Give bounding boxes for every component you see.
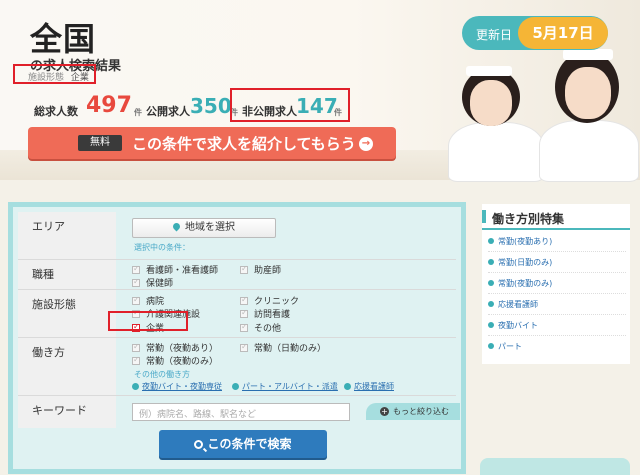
page-title: 全国: [30, 20, 97, 58]
checkbox-nurse[interactable]: 看護師・准看護師: [132, 263, 218, 276]
facility-label: 施設形態: [18, 290, 116, 337]
bullet-icon: [488, 343, 494, 349]
other-work-label: その他の働き方: [134, 370, 190, 379]
sidebar-item-fulltime-night[interactable]: 常勤(夜勤あり): [488, 231, 626, 252]
bullet-icon: [232, 383, 239, 390]
checkbox-other-facility[interactable]: その他: [240, 321, 281, 334]
hero-banner: 全国 の求人検索結果 施設形態 企業 総求人数 497 件 公開求人 350 件…: [0, 0, 640, 182]
link-support-nurse[interactable]: 応援看護師: [344, 381, 394, 392]
search-icon: [194, 440, 204, 449]
search-button[interactable]: この条件で検索: [159, 430, 327, 458]
sidebar-banner[interactable]: [480, 458, 630, 475]
job-label: 職種: [18, 260, 116, 289]
total-label: 総求人数: [34, 105, 78, 118]
introduce-jobs-button[interactable]: 無料 この条件で求人を紹介してもらう →: [28, 127, 396, 159]
update-label: 更新日: [476, 28, 513, 42]
total-unit: 件: [134, 108, 142, 117]
bullet-icon: [488, 322, 494, 328]
bullet-icon: [344, 383, 351, 390]
select-area-label: 地域を選択: [185, 222, 235, 233]
update-date: 5月17日: [518, 17, 608, 49]
checkbox-midwife[interactable]: 助産師: [240, 263, 281, 276]
highlight-box-company: [108, 311, 188, 331]
bullet-icon: [488, 238, 494, 244]
area-label: エリア: [18, 212, 116, 259]
bullet-icon: [488, 259, 494, 265]
highlight-box-condition: [13, 64, 96, 84]
cta-label: この条件で求人を紹介してもらう: [132, 135, 356, 153]
sidebar-item-parttime[interactable]: パート: [488, 336, 626, 357]
work-style-row: 働き方 常勤（夜勤あり） 常勤（日勤のみ） 常勤（夜勤のみ） その他の働き方 夜…: [18, 338, 456, 396]
arrow-right-icon: →: [359, 137, 373, 151]
nurse-illustration-right: [535, 45, 640, 182]
checkbox-clinic[interactable]: クリニック: [240, 294, 299, 307]
bullet-icon: [488, 301, 494, 307]
more-filters-button[interactable]: + もっと絞り込む: [366, 403, 460, 420]
public-label: 公開求人: [146, 105, 190, 118]
sidebar-item-support-nurse[interactable]: 応援看護師: [488, 294, 626, 315]
sidebar-work-style: 働き方別特集 常勤(夜勤あり) 常勤(日勤のみ) 常勤(夜勤のみ) 応援看護師 …: [482, 204, 630, 364]
checkbox-fulltime-night-only[interactable]: 常勤（夜勤のみ）: [132, 354, 218, 367]
map-pin-icon: [171, 221, 182, 232]
sidebar-item-fulltime-night-only[interactable]: 常勤(夜勤のみ): [488, 273, 626, 294]
public-count: 350: [190, 94, 232, 118]
highlight-box-private: [230, 88, 350, 122]
sidebar-item-night-parttime[interactable]: 夜勤バイト: [488, 315, 626, 336]
free-badge: 無料: [78, 135, 122, 151]
job-row: 職種 看護師・准看護師 助産師 保健師: [18, 260, 456, 290]
checkbox-home-nursing[interactable]: 訪問看護: [240, 307, 290, 320]
facility-row: 施設形態 病院 クリニック 介護関連施設 訪問看護 企業 その他: [18, 290, 456, 338]
checkbox-fulltime-night[interactable]: 常勤（夜勤あり）: [132, 341, 218, 354]
keyword-input[interactable]: 例）病院名、路線、駅名など: [132, 403, 350, 421]
checkbox-public-health-nurse[interactable]: 保健師: [132, 276, 173, 289]
nurse-illustration-left: [440, 60, 550, 182]
select-area-button[interactable]: 地域を選択: [132, 218, 276, 238]
total-count: 497: [86, 93, 132, 118]
bullet-icon: [132, 383, 139, 390]
keyword-label: キーワード: [18, 396, 116, 428]
search-button-label: この条件で検索: [207, 437, 292, 451]
area-row: エリア 地域を選択 選択中の条件：: [18, 212, 456, 260]
bullet-icon: [488, 280, 494, 286]
link-night-parttime[interactable]: 夜勤バイト・夜勤専従: [132, 381, 222, 392]
work-style-label: 働き方: [18, 338, 116, 395]
sidebar-item-fulltime-day[interactable]: 常勤(日勤のみ): [488, 252, 626, 273]
checkbox-hospital[interactable]: 病院: [132, 294, 164, 307]
more-filters-label: もっと絞り込む: [393, 407, 449, 416]
checkbox-fulltime-day[interactable]: 常勤（日勤のみ）: [240, 341, 326, 354]
sidebar-title: 働き方別特集: [482, 204, 630, 230]
plus-icon: +: [380, 407, 389, 416]
selected-conditions-label: 選択中の条件：: [134, 243, 190, 252]
update-date-badge: 更新日 5月17日: [462, 16, 608, 50]
link-parttime[interactable]: パート・アルバイト・派遣: [232, 381, 338, 392]
